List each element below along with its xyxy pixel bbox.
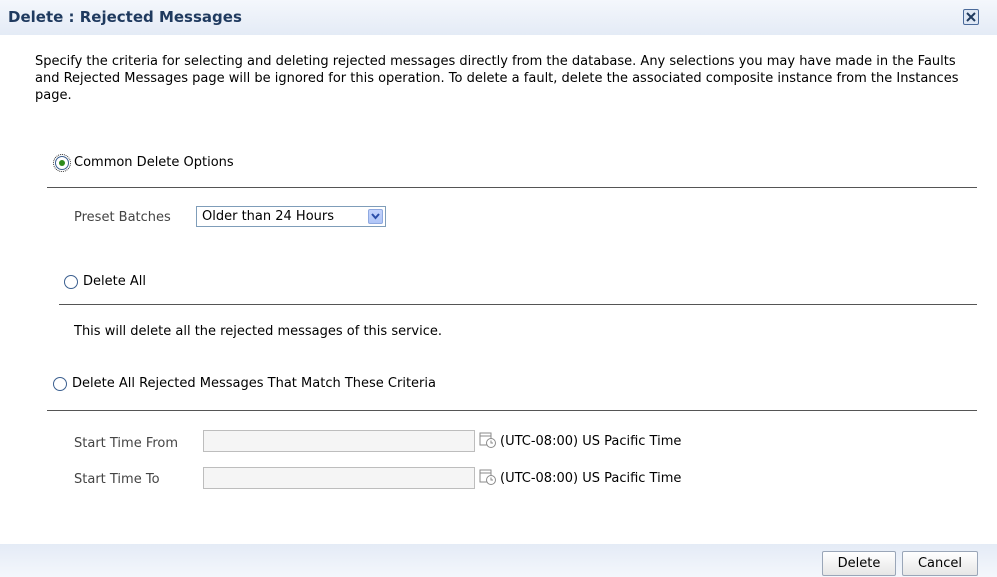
start-time-from-input[interactable] bbox=[203, 430, 475, 452]
delete-all-radio[interactable] bbox=[64, 274, 78, 289]
start-time-from-label: Start Time From bbox=[74, 436, 179, 451]
criteria-label: Delete All Rejected Messages That Match … bbox=[72, 376, 436, 391]
preset-batches-label: Preset Batches bbox=[74, 210, 171, 225]
common-delete-options-option[interactable]: Common Delete Options bbox=[53, 153, 234, 172]
start-time-to-label: Start Time To bbox=[74, 472, 160, 487]
chevron-down-icon[interactable] bbox=[368, 209, 383, 224]
delete-all-note: This will delete all the rejected messag… bbox=[74, 324, 443, 339]
dialog-description: Specify the criteria for selecting and d… bbox=[35, 54, 959, 103]
divider bbox=[59, 304, 977, 305]
calendar-icon[interactable] bbox=[479, 431, 497, 449]
preset-batches-value: Older than 24 Hours bbox=[202, 209, 335, 224]
start-time-to-input[interactable] bbox=[203, 467, 475, 489]
preset-batches-select[interactable]: Older than 24 Hours bbox=[196, 206, 386, 227]
divider bbox=[47, 187, 977, 188]
common-delete-options-radio[interactable] bbox=[53, 153, 71, 172]
close-icon bbox=[966, 12, 976, 22]
criteria-radio[interactable] bbox=[53, 376, 67, 391]
cancel-button[interactable]: Cancel bbox=[902, 551, 978, 576]
common-delete-options-label: Common Delete Options bbox=[74, 155, 234, 170]
criteria-option[interactable]: Delete All Rejected Messages That Match … bbox=[53, 376, 436, 391]
delete-button[interactable]: Delete bbox=[822, 551, 896, 576]
start-time-from-timezone: (UTC-08:00) US Pacific Time bbox=[500, 434, 682, 449]
start-time-to-timezone: (UTC-08:00) US Pacific Time bbox=[500, 471, 682, 486]
calendar-icon[interactable] bbox=[479, 468, 497, 486]
dialog-title: Delete : Rejected Messages bbox=[8, 8, 242, 26]
delete-all-label: Delete All bbox=[83, 274, 146, 289]
divider bbox=[47, 410, 977, 411]
close-button[interactable] bbox=[963, 9, 979, 25]
dialog-title-bar: Delete : Rejected Messages bbox=[0, 0, 997, 35]
delete-all-option[interactable]: Delete All bbox=[64, 274, 146, 289]
